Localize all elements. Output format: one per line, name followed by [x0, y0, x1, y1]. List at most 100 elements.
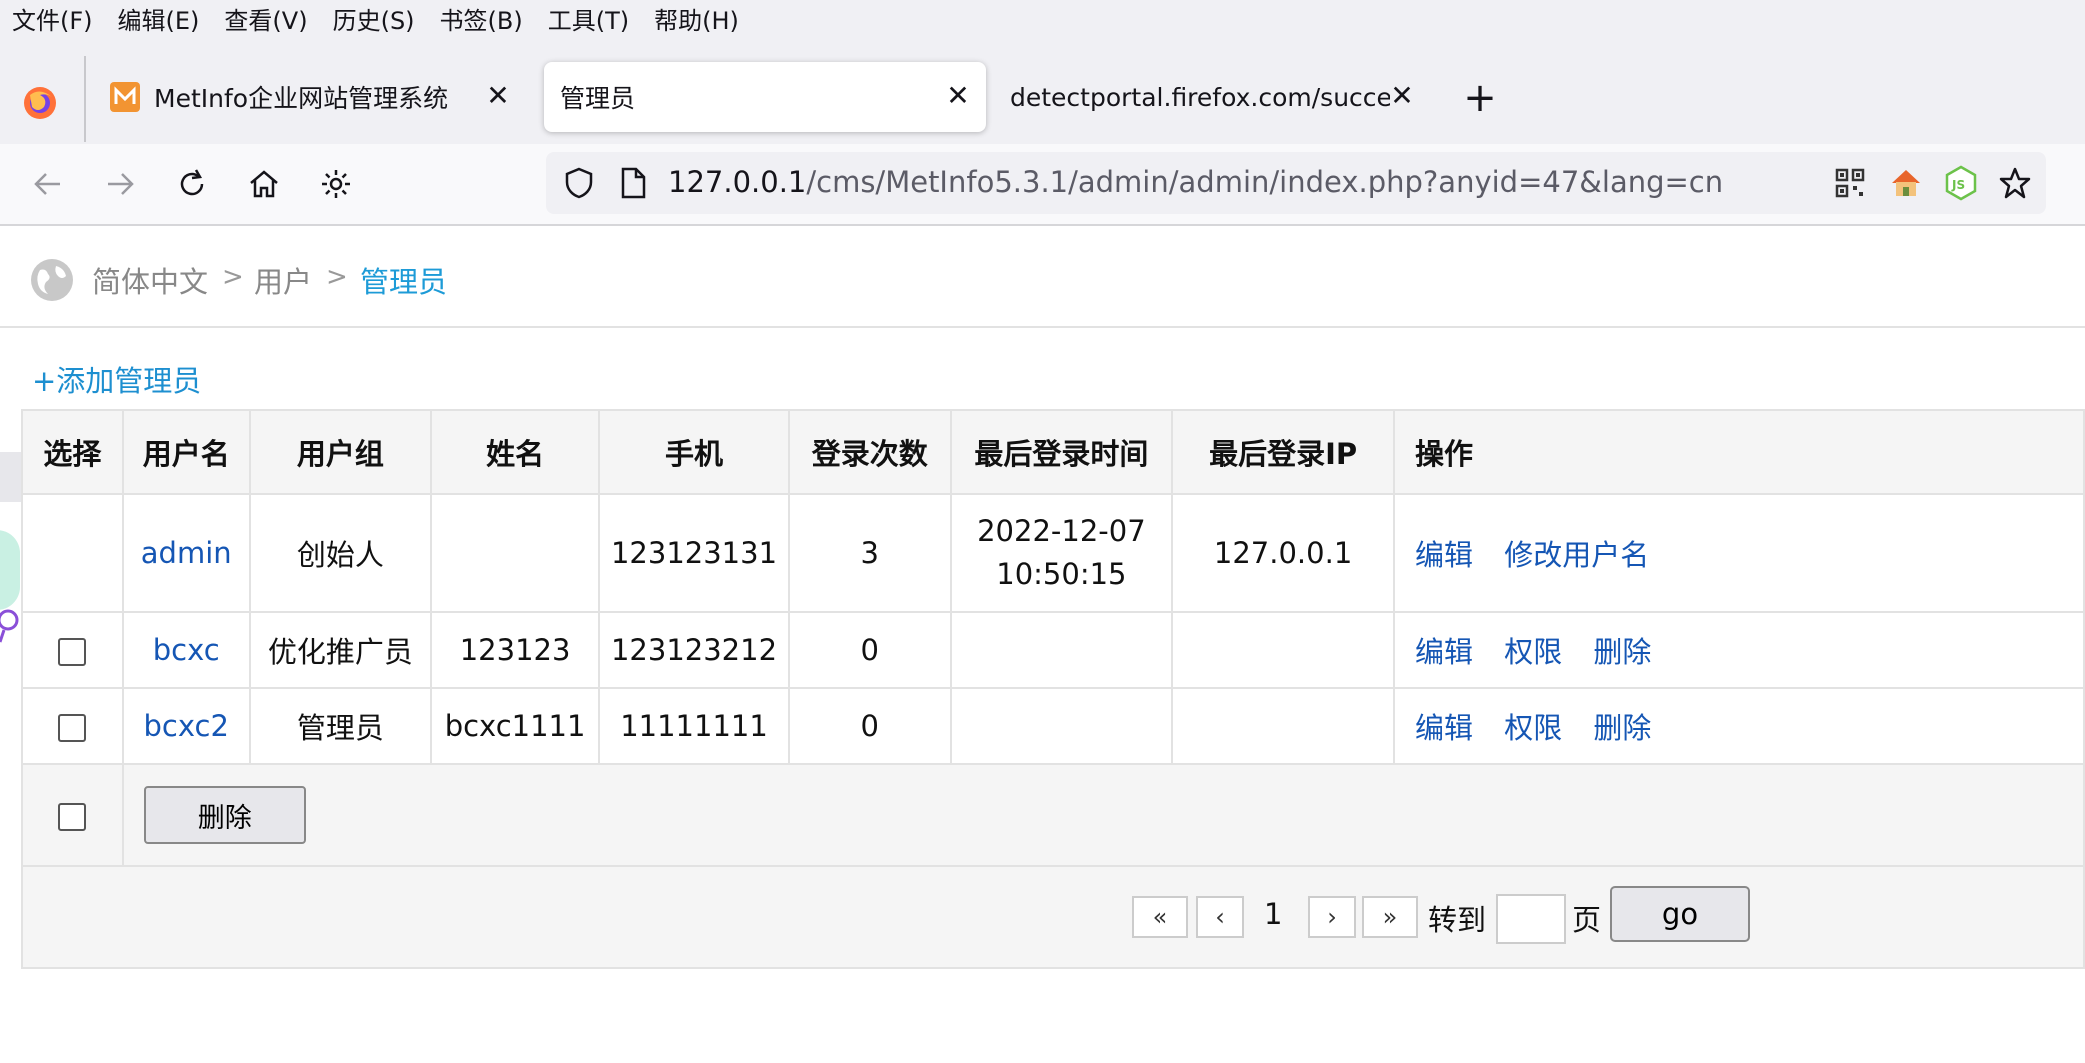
breadcrumb-users[interactable]: 用户: [254, 259, 312, 301]
bookmark-star-icon[interactable]: [1998, 166, 2032, 200]
name-cell: bcxc1111: [430, 687, 601, 765]
delete-link[interactable]: 删除: [1593, 711, 1651, 745]
url-host: 127.0.0.1: [668, 165, 807, 199]
last-login-time-cell: [949, 611, 1174, 689]
actions-cell: 编辑 修改用户名: [1392, 493, 2085, 613]
phone-cell: 123123212: [598, 611, 790, 689]
column-header-last-login-time: 最后登录时间: [949, 409, 1174, 495]
edit-link[interactable]: 编辑: [1415, 711, 1473, 745]
metinfo-favicon-icon: [110, 82, 140, 112]
menu-file[interactable]: 文件(F): [0, 1, 106, 36]
goto-label: 转到: [1428, 903, 1487, 937]
bulk-delete-button[interactable]: 删除: [143, 786, 306, 844]
reload-icon[interactable]: [174, 166, 210, 202]
menu-history[interactable]: 历史(S): [321, 1, 428, 36]
svg-text:JS: JS: [1951, 178, 1965, 192]
firefox-logo-icon[interactable]: [22, 85, 58, 121]
group-cell: 管理员: [248, 687, 433, 765]
tab-title: MetInfo企业网站管理系统: [154, 84, 449, 113]
tab-admin-active[interactable]: 管理员 ✕: [544, 62, 986, 132]
menu-tools[interactable]: 工具(T): [536, 1, 642, 36]
new-tab-button[interactable]: +: [1462, 78, 1498, 118]
phone-cell: 123123131: [598, 493, 790, 613]
home-icon[interactable]: [246, 166, 282, 202]
close-tab-icon[interactable]: ✕: [944, 82, 972, 110]
column-header-phone: 手机: [598, 409, 790, 495]
bulk-action-row: 删除: [21, 763, 2085, 867]
tab-title: detectportal.firefox.com/success.t: [1010, 82, 1390, 112]
last-page-button[interactable]: »: [1362, 896, 1418, 938]
last-login-time-cell: [949, 687, 1174, 765]
settings-gear-icon[interactable]: [318, 166, 354, 202]
back-arrow-icon[interactable]: [30, 166, 66, 202]
forward-arrow-icon[interactable]: [102, 166, 138, 202]
menu-help[interactable]: 帮助(H): [642, 1, 752, 36]
navigation-toolbar: 127.0.0.1/cms/MetInfo5.3.1/admin/admin/i…: [0, 144, 2085, 226]
floating-widget-icon[interactable]: [0, 606, 20, 646]
last-login-clock: 10:50:15: [996, 557, 1127, 591]
shield-icon[interactable]: [562, 166, 596, 200]
breadcrumb-language[interactable]: 简体中文: [92, 259, 208, 301]
house-extension-icon[interactable]: [1888, 165, 1924, 201]
actions-cell: 编辑 权限 删除: [1392, 687, 2085, 765]
tab-separator: [84, 56, 86, 142]
row-checkbox[interactable]: [58, 714, 87, 742]
delete-link[interactable]: 删除: [1593, 635, 1651, 669]
first-page-button[interactable]: «: [1132, 896, 1188, 938]
menu-bookmarks[interactable]: 书签(B): [428, 1, 536, 36]
edit-link[interactable]: 编辑: [1415, 538, 1473, 572]
tab-detectportal[interactable]: detectportal.firefox.com/success.t ✕: [1000, 62, 1430, 132]
prev-page-button[interactable]: ‹: [1196, 896, 1244, 938]
close-tab-icon[interactable]: ✕: [484, 82, 512, 110]
menu-edit[interactable]: 编辑(E): [106, 1, 213, 36]
select-all-checkbox[interactable]: [58, 803, 87, 831]
globe-icon: [31, 259, 73, 301]
current-page-number[interactable]: 1: [1264, 897, 1282, 931]
group-cell: 创始人: [248, 493, 433, 613]
menu-bar: 文件(F) 编辑(E) 查看(V) 历史(S) 书签(B) 工具(T) 帮助(H…: [0, 0, 2085, 36]
table-row: admin 创始人 123123131 3 2022-12-07 10:50:1…: [21, 493, 2085, 613]
permissions-link[interactable]: 权限: [1504, 635, 1562, 669]
last-login-time-cell: 2022-12-07 10:50:15: [949, 493, 1174, 613]
permissions-link[interactable]: 权限: [1504, 711, 1562, 745]
phone-cell: 11111111: [598, 687, 790, 765]
last-login-ip-cell: [1171, 611, 1395, 689]
login-count-cell: 3: [787, 493, 952, 613]
rename-username-link[interactable]: 修改用户名: [1504, 538, 1649, 572]
login-count-cell: 0: [787, 687, 952, 765]
qr-code-icon[interactable]: [1834, 167, 1866, 199]
table-row: bcxc 优化推广员 123123 123123212 0 编辑 权限 删除: [21, 611, 2085, 689]
column-header-actions: 操作: [1392, 409, 2085, 495]
edit-link[interactable]: 编辑: [1415, 635, 1473, 669]
floating-widget[interactable]: [0, 530, 20, 610]
row-checkbox[interactable]: [58, 638, 87, 666]
username-link[interactable]: bcxc2: [144, 709, 229, 743]
url-text[interactable]: 127.0.0.1/cms/MetInfo5.3.1/admin/admin/i…: [668, 165, 1723, 199]
url-path: /cms/MetInfo5.3.1/admin/admin/index.php?…: [806, 165, 1724, 199]
goto-page-input[interactable]: [1496, 894, 1566, 944]
close-tab-icon[interactable]: ✕: [1388, 82, 1416, 110]
page-info-icon[interactable]: [618, 166, 648, 200]
column-header-select: 选择: [21, 409, 124, 495]
nodejs-extension-icon[interactable]: JS: [1944, 165, 1978, 201]
username-link[interactable]: admin: [141, 536, 232, 570]
tab-metinfo[interactable]: MetInfo企业网站管理系统 ✕: [96, 62, 526, 132]
actions-cell: 编辑 权限 删除: [1392, 611, 2085, 689]
add-admin-link[interactable]: +添加管理员: [32, 358, 201, 400]
login-count-cell: 0: [787, 611, 952, 689]
go-button[interactable]: go: [1610, 886, 1750, 942]
next-page-button[interactable]: ›: [1308, 896, 1356, 938]
url-bar[interactable]: 127.0.0.1/cms/MetInfo5.3.1/admin/admin/i…: [546, 152, 2046, 214]
username-link[interactable]: bcxc: [153, 633, 220, 667]
column-header-group: 用户组: [248, 409, 433, 495]
page-unit-label: 页: [1572, 903, 1602, 937]
column-header-username: 用户名: [121, 409, 251, 495]
column-header-last-login-ip: 最后登录IP: [1171, 409, 1395, 495]
menu-view[interactable]: 查看(V): [212, 1, 320, 36]
tab-title: 管理员: [560, 84, 636, 113]
column-header-login-count: 登录次数: [787, 409, 952, 495]
breadcrumb-separator: >: [326, 262, 348, 292]
tab-strip: MetInfo企业网站管理系统 ✕ 管理员 ✕ detectportal.fir…: [0, 36, 2085, 144]
column-header-name: 姓名: [430, 409, 601, 495]
breadcrumb-admin-current[interactable]: 管理员: [360, 259, 447, 301]
